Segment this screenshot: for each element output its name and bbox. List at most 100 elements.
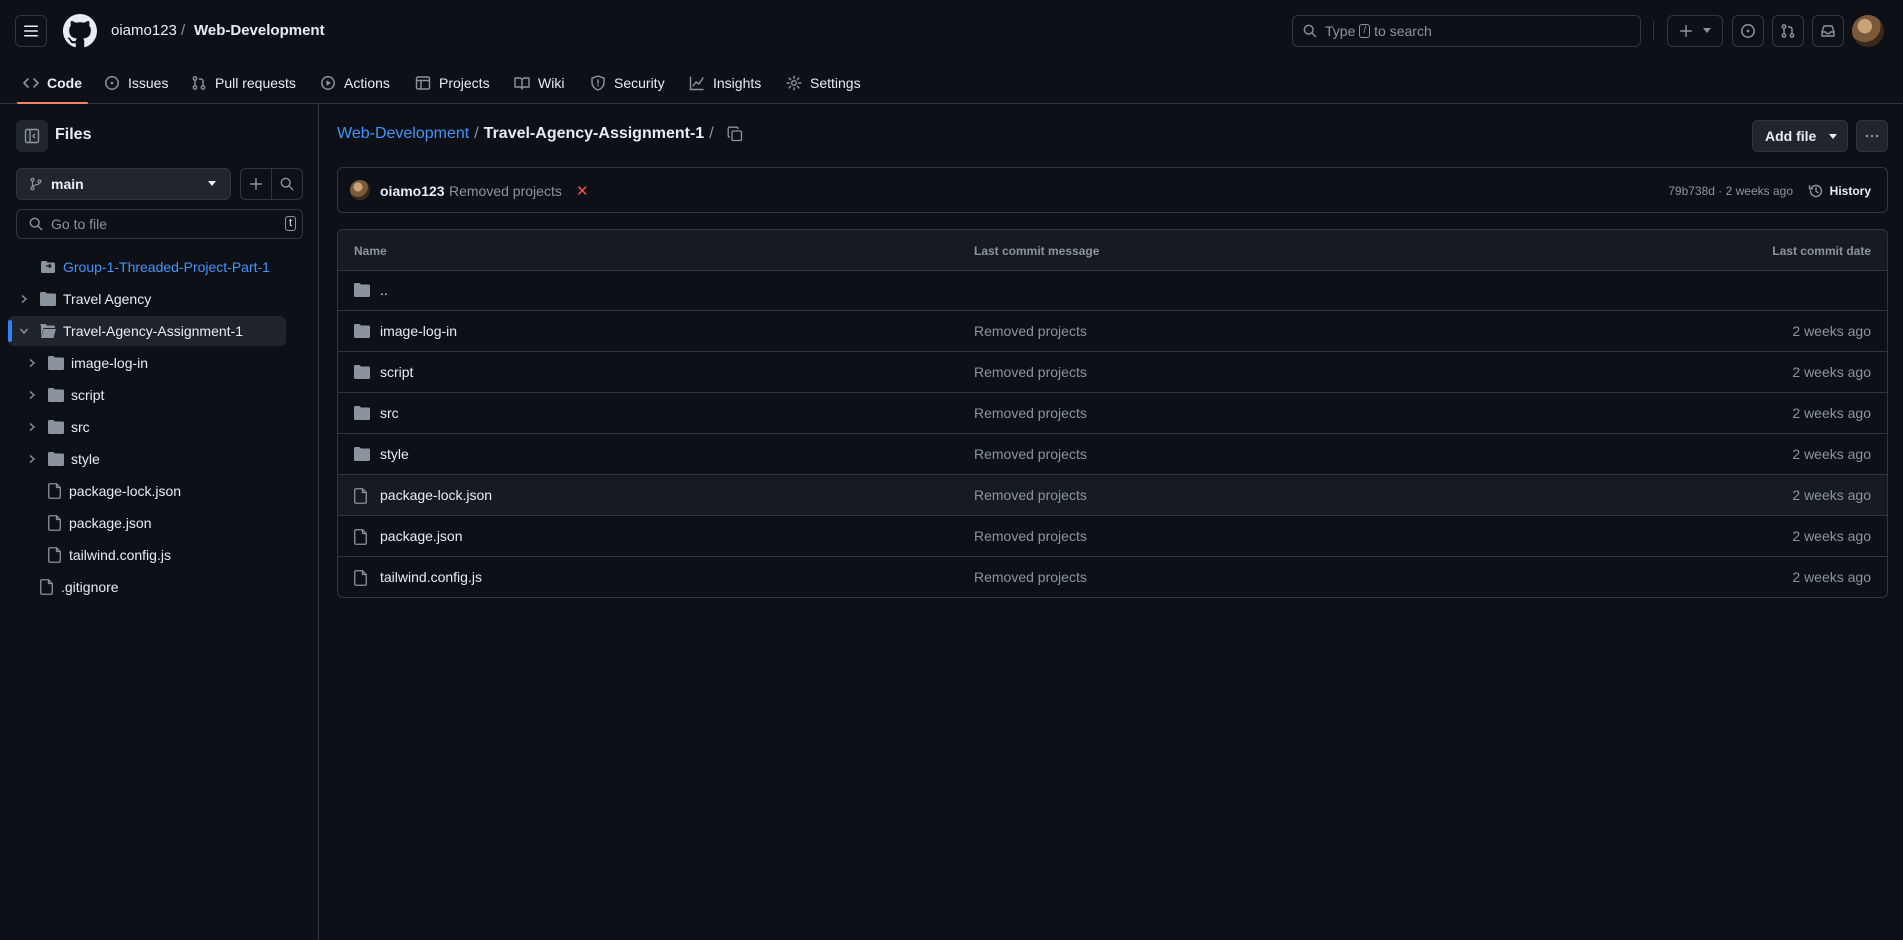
- tab-insights[interactable]: Insights: [689, 62, 761, 103]
- create-new-button[interactable]: [1667, 15, 1723, 47]
- add-file-icon-button[interactable]: [240, 168, 272, 200]
- table-row[interactable]: style Removed projects 2 weeks ago: [338, 434, 1887, 475]
- repo-nav: Code Issues Pull requests Actions Projec…: [0, 62, 1903, 104]
- folder-icon: [354, 365, 370, 379]
- commit-author[interactable]: oiamo123: [380, 183, 445, 199]
- owner-link[interactable]: oiamo123: [111, 22, 177, 39]
- tab-actions[interactable]: Actions: [320, 62, 390, 103]
- tab-settings[interactable]: Settings: [786, 62, 861, 103]
- play-icon: [320, 75, 336, 91]
- chevron-right-icon: [24, 358, 40, 368]
- row-name[interactable]: src: [380, 405, 399, 421]
- tab-projects[interactable]: Projects: [415, 62, 490, 103]
- tab-security[interactable]: Security: [590, 62, 665, 103]
- file-icon: [354, 529, 368, 545]
- table-row[interactable]: src Removed projects 2 weeks ago: [338, 393, 1887, 434]
- row-commit-message[interactable]: Removed projects: [974, 405, 1087, 421]
- commit-status-failed-icon[interactable]: ✕: [576, 182, 589, 200]
- search-icon: [280, 177, 294, 191]
- search-placeholder-prefix: Type: [1325, 23, 1356, 39]
- commit-author-avatar[interactable]: [350, 180, 370, 200]
- tree-item-image-log-in[interactable]: image-log-in: [24, 348, 148, 378]
- copy-icon[interactable]: [727, 126, 743, 142]
- go-to-file-shortcut-key: t: [284, 216, 296, 231]
- row-name[interactable]: package-lock.json: [380, 487, 492, 503]
- history-label: History: [1829, 184, 1871, 198]
- tab-wiki[interactable]: Wiki: [514, 62, 564, 103]
- column-header-message: Last commit message: [974, 244, 1100, 258]
- header-divider: [1653, 21, 1654, 41]
- branch-selector[interactable]: main: [16, 168, 231, 200]
- add-file-button[interactable]: Add file: [1752, 120, 1848, 152]
- table-row[interactable]: tailwind.config.js Removed projects 2 we…: [338, 557, 1887, 597]
- table-row-parent[interactable]: ..: [338, 270, 1887, 311]
- file-icon: [48, 483, 62, 499]
- table-row[interactable]: image-log-in Removed projects 2 weeks ag…: [338, 311, 1887, 352]
- tree-item-script[interactable]: script: [24, 380, 104, 410]
- row-commit-message[interactable]: Removed projects: [974, 323, 1087, 339]
- go-to-file-placeholder: Go to file: [51, 216, 108, 232]
- tree-item-package-json[interactable]: package.json: [48, 508, 152, 538]
- chevron-down-icon: [16, 326, 32, 336]
- menu-button[interactable]: [15, 15, 47, 47]
- commit-message[interactable]: Removed projects: [449, 183, 562, 199]
- tab-code[interactable]: Code: [17, 62, 88, 104]
- search-placeholder-suffix: to search: [1374, 23, 1432, 39]
- table-row[interactable]: script Removed projects 2 weeks ago: [338, 352, 1887, 393]
- collapse-sidebar-button[interactable]: [16, 120, 48, 152]
- folder-icon: [48, 420, 64, 434]
- row-commit-message[interactable]: Removed projects: [974, 528, 1087, 544]
- github-logo-icon[interactable]: [63, 14, 97, 48]
- table-row[interactable]: package-lock.json Removed projects 2 wee…: [338, 475, 1887, 516]
- breadcrumb-repo-link[interactable]: Web-Development: [337, 125, 469, 143]
- row-name[interactable]: script: [380, 364, 413, 380]
- row-commit-message[interactable]: Removed projects: [974, 487, 1087, 503]
- search-input[interactable]: Type / to search: [1292, 15, 1641, 47]
- go-to-file-input[interactable]: Go to file t: [16, 209, 303, 239]
- table-header: Name Last commit message Last commit dat…: [338, 230, 1887, 271]
- add-file-label: Add file: [1765, 128, 1817, 144]
- user-avatar[interactable]: [1852, 15, 1884, 47]
- issues-button[interactable]: [1732, 15, 1764, 47]
- tree-item-src[interactable]: src: [24, 412, 90, 442]
- row-name[interactable]: style: [380, 446, 409, 462]
- branch-name: main: [51, 176, 84, 192]
- tree-item-travel-agency-assignment-1[interactable]: Travel-Agency-Assignment-1: [16, 316, 243, 346]
- hamburger-icon: [23, 23, 39, 39]
- folder-icon: [48, 388, 64, 402]
- triangle-down-icon: [1829, 134, 1837, 140]
- breadcrumb-separator: /: [474, 125, 479, 142]
- inbox-button[interactable]: [1812, 15, 1844, 47]
- row-name[interactable]: ..: [380, 282, 388, 298]
- tree-item-gitignore[interactable]: .gitignore: [40, 572, 119, 602]
- tab-pull-requests[interactable]: Pull requests: [191, 62, 296, 103]
- search-files-button[interactable]: [271, 168, 303, 200]
- tree-item-travel-agency[interactable]: Travel Agency: [16, 284, 151, 314]
- row-commit-message[interactable]: Removed projects: [974, 446, 1087, 462]
- row-name[interactable]: image-log-in: [380, 323, 457, 339]
- row-name[interactable]: tailwind.config.js: [380, 569, 482, 585]
- tab-issues[interactable]: Issues: [104, 62, 168, 103]
- tree-item-tailwind-config-js[interactable]: tailwind.config.js: [48, 540, 171, 570]
- tree-item-style[interactable]: style: [24, 444, 100, 474]
- table-row[interactable]: package.json Removed projects 2 weeks ag…: [338, 516, 1887, 557]
- more-options-button[interactable]: [1856, 120, 1888, 152]
- folder-icon: [354, 283, 370, 297]
- tree-item-package-lock-json[interactable]: package-lock.json: [48, 476, 181, 506]
- shield-icon: [590, 74, 606, 91]
- folder-open-icon: [40, 324, 56, 338]
- sidebar-collapse-icon: [24, 128, 40, 144]
- history-button[interactable]: History: [1808, 183, 1871, 199]
- pull-requests-button[interactable]: [1772, 15, 1804, 47]
- gear-icon: [786, 74, 802, 91]
- repo-link[interactable]: Web-Development: [194, 22, 325, 39]
- tab-label: Pull requests: [215, 74, 296, 91]
- history-icon: [1808, 183, 1824, 199]
- chevron-right-icon: [24, 390, 40, 400]
- commit-sha-time[interactable]: 79b738d · 2 weeks ago: [1668, 184, 1793, 198]
- row-name[interactable]: package.json: [380, 528, 463, 544]
- row-commit-message[interactable]: Removed projects: [974, 569, 1087, 585]
- tree-item-submodule[interactable]: Group-1-Threaded-Project-Part-1: [40, 252, 270, 282]
- row-commit-message[interactable]: Removed projects: [974, 364, 1087, 380]
- chevron-right-icon: [24, 422, 40, 432]
